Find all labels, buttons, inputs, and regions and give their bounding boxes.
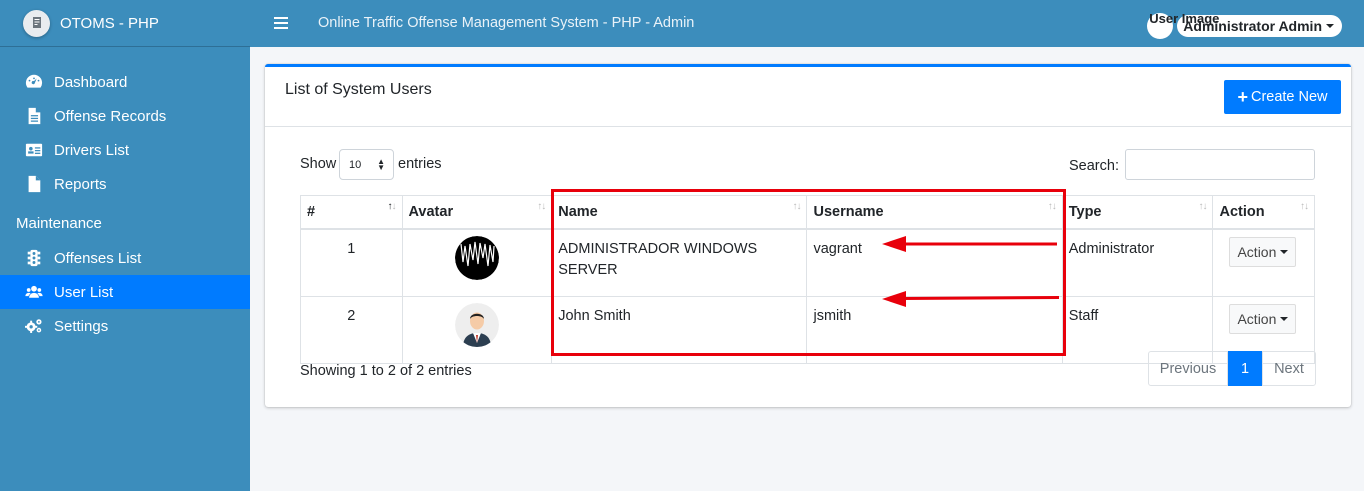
topbar: Online Traffic Offense Management System…	[250, 0, 1364, 47]
pagination-previous[interactable]: Previous	[1148, 351, 1228, 386]
action-dropdown-button[interactable]: Action	[1229, 237, 1297, 267]
sidebar-item-drivers-list[interactable]: Drivers List	[0, 133, 250, 167]
sidebar-item-label: User List	[54, 283, 114, 301]
table-header-row: # ↑↓ Avatar ↑↓ Name ↑↓ Username ↑↓ Type ↑↓ Ac…	[300, 195, 1315, 230]
sidebar-nav: Dashboard Offense Records Drivers List R…	[0, 65, 250, 343]
cell-number: 2	[300, 296, 403, 364]
column-header-type[interactable]: Type ↑↓	[1061, 195, 1214, 230]
sidebar: OTOMS - PHP Dashboard Offense Records Dr…	[0, 0, 250, 491]
caret-down-icon	[1280, 317, 1289, 321]
table-info: Showing 1 to 2 of 2 entries	[300, 363, 472, 379]
sidebar-item-settings[interactable]: Settings	[0, 309, 250, 343]
sidebar-item-user-list[interactable]: User List	[0, 275, 250, 309]
sort-icon: ↑↓	[792, 201, 801, 212]
column-header-name[interactable]: Name ↑↓	[551, 195, 808, 230]
search-input[interactable]	[1125, 149, 1315, 180]
page-length-select[interactable]: 10 ▲ ▼	[339, 149, 394, 180]
id-card-icon	[24, 140, 44, 160]
pagination-page-1[interactable]: 1	[1228, 351, 1262, 386]
sidebar-item-label: Offense Records	[54, 107, 167, 125]
search-label: Search:	[1069, 158, 1119, 174]
file-icon	[24, 174, 44, 194]
users-card: List of System Users + Create New Show 1…	[265, 64, 1351, 407]
menu-toggle-icon[interactable]	[274, 14, 288, 32]
card-title: List of System Users	[285, 81, 432, 98]
sort-icon: ↑↓	[387, 201, 397, 212]
action-dropdown-button[interactable]: Action	[1229, 304, 1297, 334]
gears-icon	[24, 316, 44, 336]
sort-icon: ↑↓	[537, 201, 546, 212]
card-header: List of System Users + Create New	[265, 67, 1351, 127]
cell-number: 1	[300, 228, 403, 297]
column-header-username[interactable]: Username ↑↓	[806, 195, 1063, 230]
brand-logo-icon	[23, 9, 50, 37]
sort-icon: ↑↓	[1198, 201, 1207, 212]
sidebar-header-maintenance: Maintenance	[16, 214, 102, 232]
sidebar-item-offenses-list[interactable]: Offenses List	[0, 241, 250, 275]
entries-label: entries	[398, 156, 442, 172]
avatar	[454, 236, 499, 280]
caret-down-icon	[1280, 250, 1289, 254]
brand[interactable]: OTOMS - PHP	[0, 0, 250, 47]
table-row: 1 ADMINISTRADOR WINDOWS SERVER vagrant A…	[300, 228, 1315, 297]
select-arrows-icon: ▲ ▼	[377, 157, 385, 172]
pagination-next[interactable]: Next	[1262, 351, 1316, 386]
page-header-title: Online Traffic Offense Management System…	[318, 15, 695, 31]
sidebar-item-label: Reports	[54, 175, 107, 193]
users-table: # ↑↓ Avatar ↑↓ Name ↑↓ Username ↑↓ Type ↑↓ Ac…	[300, 195, 1315, 364]
file-icon	[24, 106, 44, 126]
users-icon	[24, 282, 44, 302]
create-new-label: Create New	[1250, 89, 1328, 105]
column-header-action[interactable]: Action ↑↓	[1212, 195, 1315, 230]
sidebar-item-label: Drivers List	[54, 141, 130, 159]
cell-username: jsmith	[806, 296, 1063, 364]
brand-name: OTOMS - PHP	[60, 14, 159, 32]
cell-username: vagrant	[806, 228, 1063, 297]
pagination: Previous 1 Next	[1148, 351, 1316, 386]
dashboard-icon	[24, 72, 44, 92]
plus-icon: +	[1237, 87, 1248, 107]
user-image-alt-text: User Image	[1149, 11, 1220, 26]
sort-icon: ↑↓	[1300, 201, 1309, 212]
sidebar-item-label: Offenses List	[54, 249, 142, 267]
sort-icon: ↑↓	[1047, 201, 1057, 212]
sidebar-item-reports[interactable]: Reports	[0, 167, 250, 201]
sidebar-item-dashboard[interactable]: Dashboard	[0, 65, 250, 99]
column-header-number[interactable]: # ↑↓	[300, 195, 403, 230]
caret-down-icon	[1326, 24, 1334, 28]
user-menu[interactable]: User Image Administrator Admin	[1147, 11, 1342, 39]
show-label: Show	[300, 156, 337, 172]
column-header-avatar[interactable]: Avatar ↑↓	[401, 195, 553, 230]
cell-name: John Smith	[551, 296, 808, 364]
sidebar-item-label: Dashboard	[54, 73, 128, 91]
page-length-value: 10	[349, 158, 362, 171]
avatar	[454, 303, 499, 347]
traffic-light-icon	[24, 248, 44, 268]
cell-type: Administrator	[1061, 228, 1214, 297]
create-new-button[interactable]: + Create New	[1224, 80, 1341, 114]
sidebar-item-offense-records[interactable]: Offense Records	[0, 99, 250, 133]
sidebar-item-label: Settings	[54, 317, 109, 335]
cell-name: ADMINISTRADOR WINDOWS SERVER	[551, 228, 808, 297]
